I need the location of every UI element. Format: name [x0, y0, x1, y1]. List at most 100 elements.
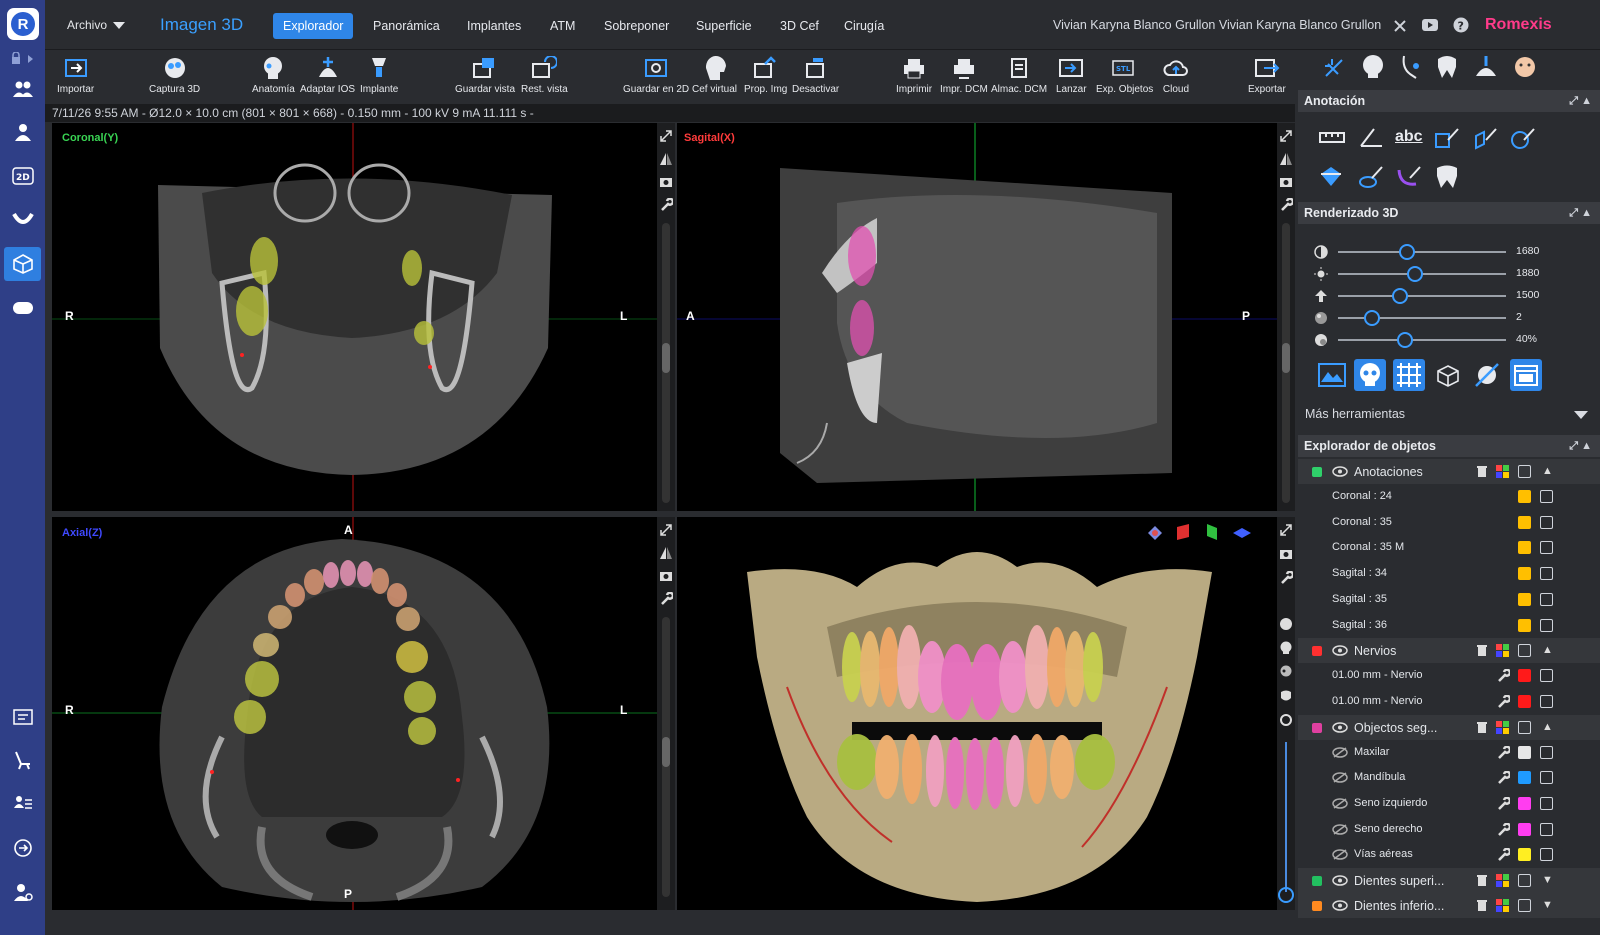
face-icon[interactable] — [1512, 54, 1538, 80]
object-checkbox[interactable] — [1540, 592, 1553, 606]
airway-tool-icon[interactable] — [1358, 164, 1384, 190]
coronal-slice-scrollbar[interactable] — [662, 223, 670, 503]
annotation-section-header[interactable]: Anotación ⤢ ▲ — [1298, 90, 1600, 112]
hidden-eye-icon[interactable] — [1332, 798, 1348, 809]
trash-icon[interactable] — [1476, 465, 1488, 478]
romexis-logo[interactable]: R — [7, 8, 39, 40]
object-checkbox[interactable] — [1540, 822, 1553, 836]
object-color-swatch[interactable] — [1518, 541, 1531, 555]
tab-cirugia[interactable]: Cirugía — [834, 13, 894, 39]
object-group[interactable]: Anotaciones ▲ — [1298, 459, 1600, 484]
wrench-icon[interactable] — [1279, 571, 1293, 585]
camera-icon[interactable] — [1279, 547, 1293, 561]
object-checkbox[interactable] — [1540, 797, 1553, 810]
wrench-icon[interactable] — [1496, 745, 1510, 760]
color-palette-icon[interactable] — [1496, 720, 1509, 734]
hidden-eye-icon[interactable] — [1332, 823, 1348, 835]
object-item[interactable]: Maxilar — [1298, 740, 1600, 765]
object-color-swatch[interactable] — [1518, 797, 1531, 810]
wrench-icon[interactable] — [1496, 771, 1510, 785]
object-checkbox[interactable] — [1540, 848, 1553, 862]
object-color-swatch[interactable] — [1518, 618, 1531, 632]
wrench-icon[interactable] — [1496, 694, 1510, 709]
implant-tray-icon[interactable] — [1473, 54, 1499, 80]
object-item[interactable]: Seno izquierdo — [1298, 791, 1600, 816]
file-menu[interactable]: Archivo — [67, 18, 126, 32]
3d-imaging-icon[interactable] — [4, 247, 41, 281]
logout-icon[interactable] — [4, 831, 41, 865]
dental-chair-icon[interactable] — [4, 743, 41, 777]
maximize-icon[interactable] — [659, 129, 673, 143]
object-color-swatch[interactable] — [1518, 745, 1531, 759]
curve-tool-icon[interactable] — [1396, 164, 1422, 190]
contrast-slider[interactable]: 1680 — [1298, 241, 1600, 263]
camera-icon[interactable] — [659, 175, 673, 189]
maximize-icon[interactable] — [1279, 129, 1293, 143]
object-checkbox[interactable] — [1540, 567, 1553, 581]
sagittal-slice-scrollbar[interactable] — [1282, 223, 1290, 503]
slider-knob[interactable] — [1363, 310, 1380, 326]
preset-head-icon[interactable] — [1279, 617, 1293, 631]
wrench-icon[interactable] — [1496, 669, 1510, 683]
object-item[interactable]: Vías aéreas — [1298, 842, 1600, 867]
color-palette-icon[interactable] — [1496, 465, 1509, 478]
collapse-icon[interactable]: ⤢ ▲ — [1569, 202, 1592, 224]
collapse-icon[interactable]: ▲ — [1542, 721, 1553, 733]
hidden-eye-icon[interactable] — [1332, 746, 1348, 758]
collapse-icon[interactable]: ▲ — [1542, 644, 1553, 656]
object-item[interactable]: Sagital : 34 — [1298, 561, 1600, 586]
group-checkbox[interactable] — [1518, 465, 1531, 478]
group-checkbox[interactable] — [1518, 644, 1531, 658]
color-palette-icon[interactable] — [1496, 644, 1509, 658]
sagittal-view[interactable]: Sagital(X) A P — [677, 123, 1277, 511]
save-2d-button[interactable]: Guardar en 2D — [623, 52, 689, 96]
volume-tool-icon[interactable] — [1472, 126, 1498, 150]
adapt-ios-button[interactable]: Adaptar IOS — [300, 52, 355, 96]
axial-slice-scrollbar[interactable] — [662, 617, 670, 897]
patient-icon[interactable] — [4, 115, 41, 149]
image-properties-button[interactable]: Prop. Img — [744, 52, 787, 96]
user-settings-icon[interactable] — [4, 875, 41, 909]
object-item[interactable]: Coronal : 24 — [1298, 484, 1600, 509]
snapshot-render-button[interactable] — [1510, 359, 1542, 391]
eye-icon[interactable] — [1332, 721, 1348, 733]
scroll-thumb[interactable] — [662, 737, 670, 767]
implant-button[interactable]: Implante — [360, 52, 398, 96]
object-checkbox[interactable] — [1540, 541, 1553, 555]
hidden-eye-icon[interactable] — [1332, 772, 1348, 784]
object-checkbox[interactable] — [1540, 771, 1553, 785]
deactivate-button[interactable]: Desactivar — [792, 52, 839, 96]
collapse-icon[interactable]: ▼ — [1542, 899, 1553, 911]
skull-render-button[interactable] — [1354, 359, 1386, 391]
coronal-plane-icon[interactable] — [1205, 523, 1219, 541]
collapse-icon[interactable]: ▼ — [1542, 874, 1553, 886]
threshold-slider[interactable]: 1500 — [1298, 285, 1600, 307]
eye-icon[interactable] — [1332, 900, 1348, 911]
trash-icon[interactable] — [1476, 899, 1488, 912]
zoom-knob[interactable] — [1278, 887, 1294, 903]
zoom-track[interactable] — [1285, 742, 1287, 892]
opacity-slider[interactable]: 40% — [1298, 329, 1600, 351]
slider-knob[interactable] — [1392, 288, 1409, 304]
object-item[interactable]: Coronal : 35 M — [1298, 535, 1600, 560]
tab-panoramica[interactable]: Panorámica — [363, 13, 450, 39]
object-checkbox[interactable] — [1540, 618, 1553, 632]
skull-icon[interactable] — [1360, 54, 1386, 80]
tooth-icon[interactable] — [1434, 54, 1460, 80]
object-checkbox[interactable] — [1540, 745, 1553, 759]
axial-view[interactable]: Axial(Z) A P R L — [52, 517, 657, 910]
user-list-icon[interactable] — [4, 787, 41, 821]
import-button[interactable]: Importar — [57, 52, 94, 96]
group-checkbox[interactable] — [1518, 720, 1531, 734]
object-color-swatch[interactable] — [1518, 694, 1531, 708]
landscape-render-icon[interactable] — [1318, 362, 1346, 388]
object-color-swatch[interactable] — [1518, 592, 1531, 606]
texture-slider[interactable]: 2 — [1298, 307, 1600, 329]
scroll-thumb[interactable] — [662, 343, 670, 373]
object-group[interactable]: Dientes superi... ▼ — [1298, 868, 1600, 894]
virtual-ceph-button[interactable]: Cef virtual — [692, 52, 737, 96]
wrench-icon[interactable] — [659, 198, 673, 212]
group-checkbox[interactable] — [1518, 899, 1531, 913]
trash-icon[interactable] — [1476, 644, 1488, 657]
wrench-icon[interactable] — [1496, 797, 1510, 811]
